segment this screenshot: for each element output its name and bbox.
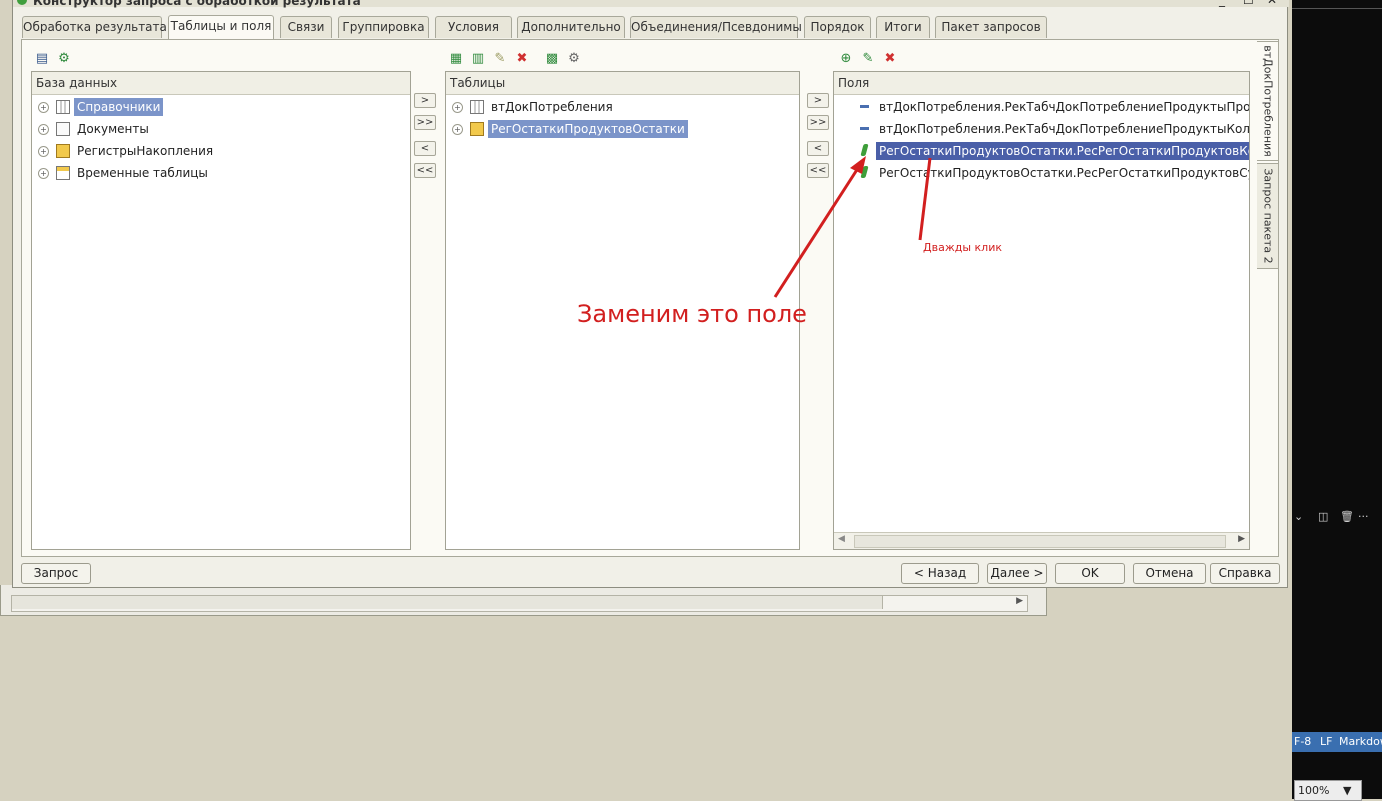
annotation-replace-field: Заменим это поле <box>577 300 807 328</box>
arrow-to-field <box>773 164 862 298</box>
arrow-double-click <box>918 157 932 241</box>
arrowhead-icon <box>850 156 866 174</box>
annotation-arrows <box>773 156 932 298</box>
annotation-double-click: Дважды клик <box>923 241 1002 254</box>
